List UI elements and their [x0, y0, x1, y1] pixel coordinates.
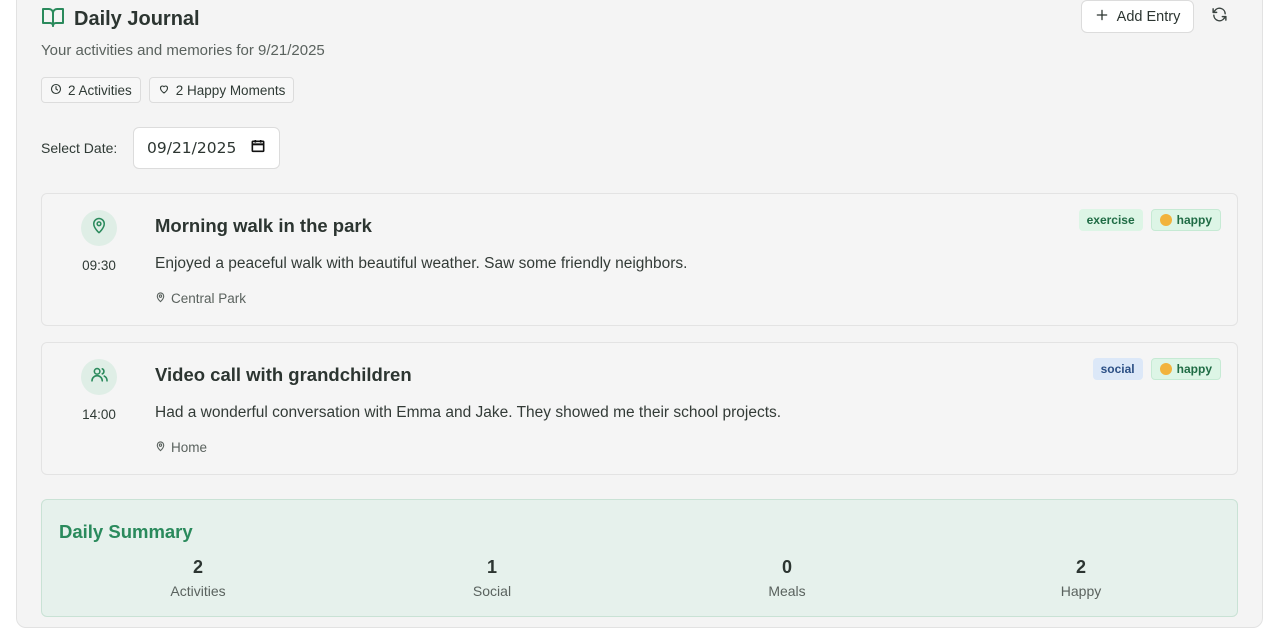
users-icon: [90, 365, 109, 389]
activities-chip-label: 2 Activities: [68, 82, 132, 98]
stat-label: Happy: [1060, 583, 1102, 599]
mood-tag: happy: [1150, 209, 1221, 231]
summary-stat-meals: 0 Meals: [687, 557, 887, 599]
add-entry-button[interactable]: Add Entry: [1081, 0, 1194, 33]
plus-icon: [1095, 8, 1109, 26]
book-open-icon: [41, 5, 65, 34]
entry-time: 09:30: [82, 258, 116, 273]
happy-moments-chip-label: 2 Happy Moments: [175, 82, 286, 98]
calendar-icon[interactable]: [250, 138, 266, 158]
page-header: Daily Journal: [41, 5, 200, 34]
journal-entry[interactable]: 09:30 Morning walk in the park Enjoyed a…: [41, 193, 1238, 326]
smile-emoji-icon: [1159, 214, 1172, 226]
mood-tag-label: happy: [1176, 213, 1212, 227]
entry-icon-badge: [81, 359, 117, 395]
location-pin-icon: [155, 291, 166, 306]
date-value: 09/21/2025: [147, 139, 237, 157]
clock-icon: [50, 83, 62, 98]
entry-location-label: Home: [171, 440, 208, 455]
stat-value: 2: [1075, 557, 1086, 577]
happy-moments-chip: 2 Happy Moments: [148, 77, 295, 103]
entry-tags: exercise happy: [1078, 209, 1221, 231]
date-input[interactable]: 09/21/2025: [133, 127, 280, 169]
map-pin-icon: [90, 217, 108, 240]
stat-label: Meals: [768, 583, 806, 599]
entry-location: Central Park: [155, 291, 246, 306]
stat-value: 2: [192, 557, 203, 577]
summary-stat-social: 1 Social: [392, 557, 592, 599]
entry-time: 14:00: [82, 407, 116, 422]
summary-stat-happy: 2 Happy: [981, 557, 1181, 599]
summary-chips: 2 Activities 2 Happy Moments: [41, 77, 295, 103]
journal-entry[interactable]: 14:00 Video call with grandchildren Had …: [41, 342, 1238, 475]
location-pin-icon: [155, 440, 166, 455]
entry-title: Morning walk in the park: [155, 215, 372, 236]
smile-emoji-icon: [1159, 363, 1172, 375]
category-tag: social: [1092, 358, 1143, 380]
stat-value: 0: [781, 557, 792, 577]
mood-tag-label: happy: [1176, 362, 1212, 376]
entry-description: Had a wonderful conversation with Emma a…: [155, 404, 782, 421]
summary-stat-activities: 2 Activities: [98, 557, 298, 599]
add-entry-label: Add Entry: [1116, 8, 1181, 25]
page-title: Daily Journal: [74, 8, 200, 30]
stat-label: Social: [472, 583, 512, 599]
entry-title: Video call with grandchildren: [155, 364, 412, 385]
page-subtitle: Your activities and memories for 9/21/20…: [41, 42, 325, 59]
refresh-icon: [1211, 6, 1228, 28]
daily-summary: Daily Summary 2 Activities 1 Social 0 Me…: [41, 499, 1238, 617]
summary-title: Daily Summary: [59, 521, 193, 542]
entry-tags: social happy: [1092, 358, 1221, 380]
stat-value: 1: [486, 557, 497, 577]
entry-icon-badge: [81, 210, 117, 246]
category-tag: exercise: [1078, 209, 1143, 231]
entry-location-label: Central Park: [171, 291, 247, 306]
date-label: Select Date:: [41, 140, 118, 156]
stat-label: Activities: [170, 583, 226, 599]
entry-location: Home: [155, 440, 207, 455]
entry-description: Enjoyed a peaceful walk with beautiful w…: [155, 255, 688, 272]
activities-chip: 2 Activities: [41, 77, 141, 103]
heart-icon: [158, 83, 170, 98]
mood-tag: happy: [1150, 358, 1221, 380]
refresh-button[interactable]: [1206, 4, 1232, 30]
